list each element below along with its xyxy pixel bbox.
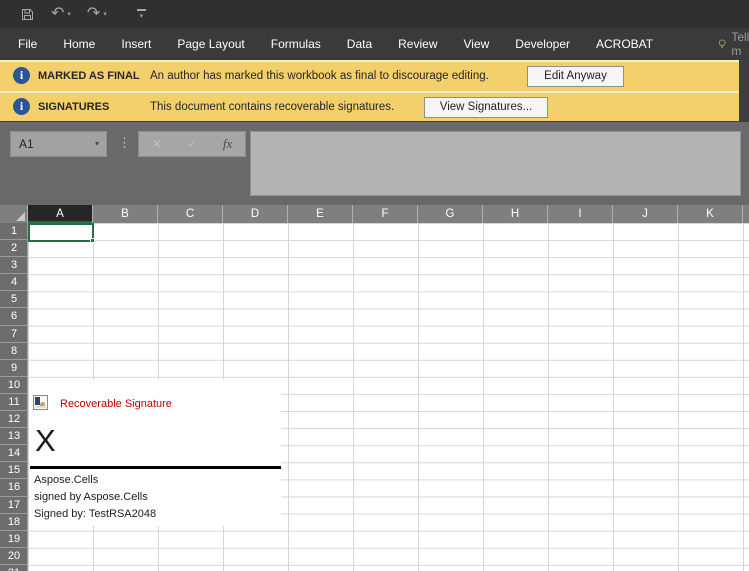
tab-data[interactable]: Data	[347, 37, 372, 51]
column-header-F[interactable]: F	[353, 205, 418, 223]
column-header-I[interactable]: I	[548, 205, 613, 223]
name-box[interactable]: A1 ▾	[10, 131, 107, 157]
row-header-8[interactable]: 8	[0, 343, 28, 360]
row-header-18[interactable]: 18	[0, 514, 28, 531]
row-header-1[interactable]: 1	[0, 223, 28, 240]
message-bar-region: i MARKED AS FINAL An author has marked t…	[0, 60, 749, 122]
row-header-21[interactable]: 21	[0, 565, 28, 571]
signature-signer: Signed by: TestRSA2048	[34, 508, 156, 520]
undo-button[interactable]: ↶ ▾	[51, 6, 71, 22]
select-all-corner[interactable]	[0, 205, 28, 223]
column-header-H[interactable]: H	[483, 205, 548, 223]
tab-review[interactable]: Review	[398, 37, 437, 51]
redo-icon: ↷	[87, 6, 100, 22]
customize-quick-access-icon	[137, 9, 146, 11]
row-header-19[interactable]: 19	[0, 531, 28, 548]
fill-handle[interactable]	[90, 238, 95, 243]
selected-cell[interactable]	[28, 223, 94, 242]
formula-bar-region: A1 ▾ ⋮ ✕ ✓ fx	[0, 122, 749, 205]
column-header-G[interactable]: G	[418, 205, 483, 223]
message-bar-signatures: i SIGNATURES This document contains reco…	[0, 93, 739, 121]
row-header-7[interactable]: 7	[0, 326, 28, 343]
formula-bar-separator-dots-icon: ⋮	[118, 135, 131, 151]
view-signatures-button[interactable]: View Signatures...	[424, 97, 548, 118]
row-header-10[interactable]: 10	[0, 377, 28, 394]
enter-button[interactable]: ✓	[187, 137, 197, 151]
redo-button[interactable]: ↷ ▾	[87, 6, 107, 22]
signatures-label: SIGNATURES	[38, 101, 109, 113]
column-headers: ABCDEFGHIJK	[0, 205, 749, 223]
tab-home[interactable]: Home	[63, 37, 95, 51]
row-header-17[interactable]: 17	[0, 497, 28, 514]
tab-insert[interactable]: Insert	[121, 37, 151, 51]
title-bar: ↶ ▾ ↷ ▾ ▾	[0, 0, 749, 28]
row-header-9[interactable]: 9	[0, 360, 28, 377]
row-header-2[interactable]: 2	[0, 240, 28, 257]
row-header-16[interactable]: 16	[0, 479, 28, 496]
customize-quick-access-button[interactable]: ▾	[137, 9, 146, 20]
signature-line	[30, 466, 281, 469]
signature-name: Aspose.Cells	[34, 474, 98, 486]
row-header-13[interactable]: 13	[0, 428, 28, 445]
row-header-12[interactable]: 12	[0, 411, 28, 428]
name-box-value: A1	[19, 137, 34, 151]
row-headers: 123456789101112131415161718192021	[0, 223, 28, 571]
info-icon: i	[13, 98, 30, 115]
marked-as-final-text: An author has marked this workbook as fi…	[150, 70, 489, 82]
row-header-3[interactable]: 3	[0, 257, 28, 274]
ribbon-tabs: File Home Insert Page Layout Formulas Data Rev…	[0, 28, 749, 60]
row-header-4[interactable]: 4	[0, 274, 28, 291]
signature-label: Recoverable Signature	[60, 398, 172, 410]
row-header-20[interactable]: 20	[0, 548, 28, 565]
lightbulb-icon	[718, 36, 726, 53]
tab-acrobat[interactable]: ACROBAT	[596, 37, 653, 51]
tell-me[interactable]: Tell m	[718, 28, 749, 60]
column-header-E[interactable]: E	[288, 205, 353, 223]
signatures-text: This document contains recoverable signa…	[150, 101, 394, 113]
tell-me-label: Tell m	[731, 30, 749, 58]
undo-dropdown-icon[interactable]: ▾	[67, 10, 71, 18]
save-button[interactable]	[20, 7, 35, 22]
marked-as-final-label: MARKED AS FINAL	[38, 70, 140, 82]
column-header-K[interactable]: K	[678, 205, 743, 223]
undo-icon: ↶	[51, 6, 64, 22]
row-header-6[interactable]: 6	[0, 308, 28, 325]
column-header-D[interactable]: D	[223, 205, 288, 223]
cancel-button[interactable]: ✕	[152, 137, 162, 151]
tab-formulas[interactable]: Formulas	[271, 37, 321, 51]
excel-window: ↶ ▾ ↷ ▾ ▾ File Home Insert Page Layout Formu…	[0, 0, 749, 571]
column-header-partial[interactable]	[743, 205, 749, 223]
formula-buttons: ✕ ✓ fx	[138, 131, 246, 157]
column-header-A[interactable]: A	[28, 205, 93, 223]
signature-x-mark: X	[35, 424, 56, 458]
signature-object[interactable]: Recoverable Signature X Aspose.Cells sig…	[30, 380, 281, 526]
tab-page-layout[interactable]: Page Layout	[177, 37, 244, 51]
column-header-C[interactable]: C	[158, 205, 223, 223]
redo-dropdown-icon[interactable]: ▾	[103, 10, 107, 18]
tab-view[interactable]: View	[464, 37, 490, 51]
row-header-5[interactable]: 5	[0, 291, 28, 308]
column-header-J[interactable]: J	[613, 205, 678, 223]
edit-anyway-button[interactable]: Edit Anyway	[527, 66, 624, 87]
column-header-B[interactable]: B	[93, 205, 158, 223]
customize-caret-icon: ▾	[140, 12, 144, 20]
select-all-triangle-icon	[16, 212, 25, 221]
row-header-11[interactable]: 11	[0, 394, 28, 411]
formula-input[interactable]	[250, 131, 741, 196]
row-header-14[interactable]: 14	[0, 445, 28, 462]
tab-developer[interactable]: Developer	[515, 37, 570, 51]
insert-function-button[interactable]: fx	[223, 136, 232, 152]
signature-signed-by: signed by Aspose.Cells	[34, 491, 148, 503]
message-bar-marked-as-final: i MARKED AS FINAL An author has marked t…	[0, 62, 739, 91]
save-icon	[20, 7, 35, 22]
info-icon: i	[13, 67, 30, 84]
tab-file[interactable]: File	[18, 37, 37, 51]
row-header-15[interactable]: 15	[0, 462, 28, 479]
signature-icon	[33, 395, 48, 410]
name-box-dropdown-icon[interactable]: ▾	[95, 132, 99, 156]
